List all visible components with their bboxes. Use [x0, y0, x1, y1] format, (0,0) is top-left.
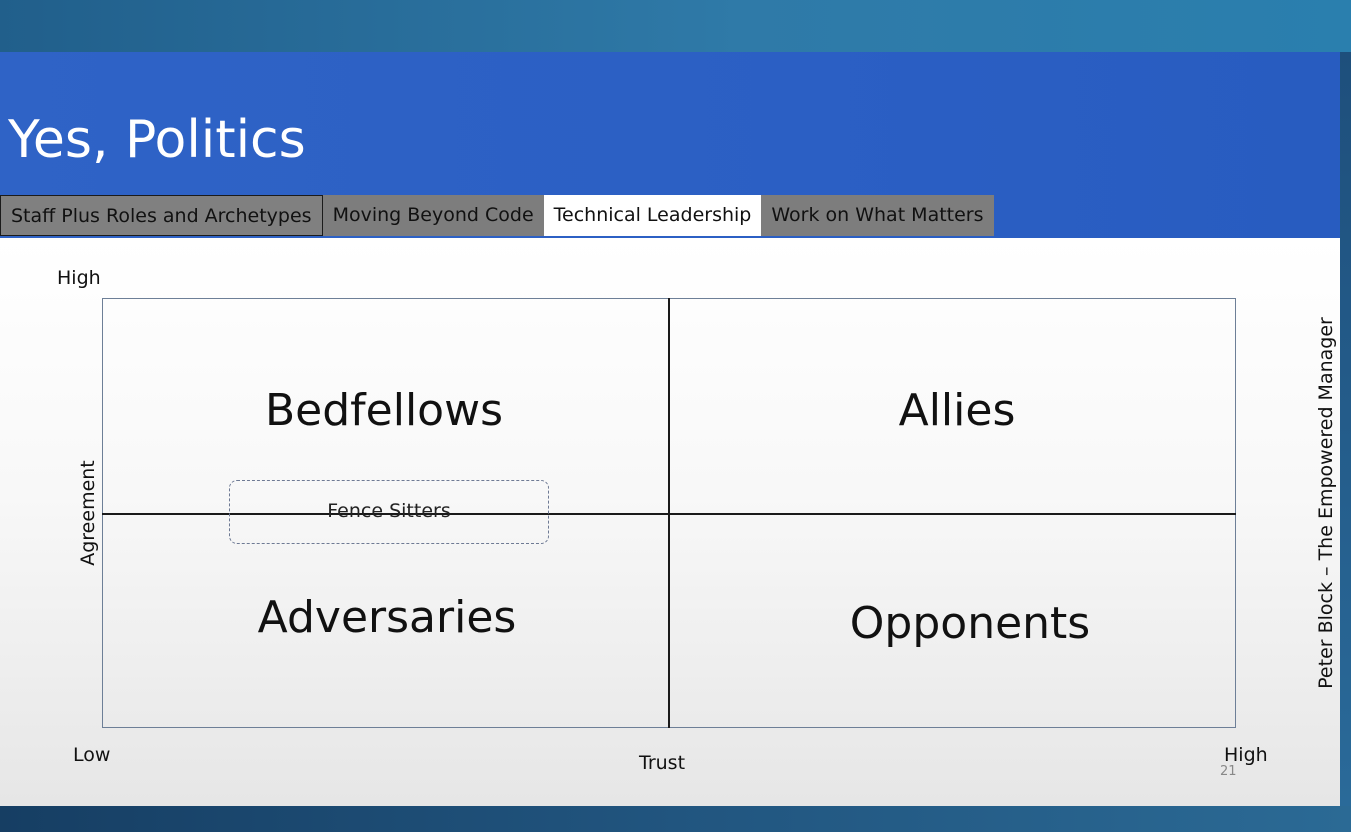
y-axis-high-label: High: [57, 267, 101, 289]
quadrant-bedfellows: Bedfellows: [264, 385, 504, 436]
tab-staff-plus-roles[interactable]: Staff Plus Roles and Archetypes: [0, 195, 323, 236]
page-number: 21: [1220, 764, 1237, 779]
x-axis-label: Trust: [639, 752, 686, 774]
slide-title: Yes, Politics: [8, 110, 306, 170]
x-axis-high-label: High: [1224, 744, 1268, 766]
x-axis-low-label: Low: [73, 744, 111, 766]
tab-work-on-what-matters[interactable]: Work on What Matters: [761, 195, 994, 236]
video-frame-right: [1340, 52, 1351, 806]
tab-technical-leadership[interactable]: Technical Leadership: [543, 195, 762, 236]
quadrant-opponents: Opponents: [849, 598, 1091, 649]
source-citation: Peter Block – The Empowered Manager: [1314, 317, 1337, 689]
video-frame-bottom: [0, 806, 1351, 832]
quadrant-adversaries: Adversaries: [257, 592, 517, 643]
section-tabs: Staff Plus Roles and Archetypes Moving B…: [0, 195, 994, 238]
video-frame-top: [0, 0, 1351, 52]
fence-sitters-label: Fence Sitters: [327, 500, 451, 522]
quadrant-allies: Allies: [898, 385, 1016, 436]
tab-moving-beyond-code[interactable]: Moving Beyond Code: [322, 195, 544, 236]
slide-header: Yes, Politics Staff Plus Roles and Arche…: [0, 52, 1340, 238]
y-axis-label: Agreement: [76, 460, 99, 566]
